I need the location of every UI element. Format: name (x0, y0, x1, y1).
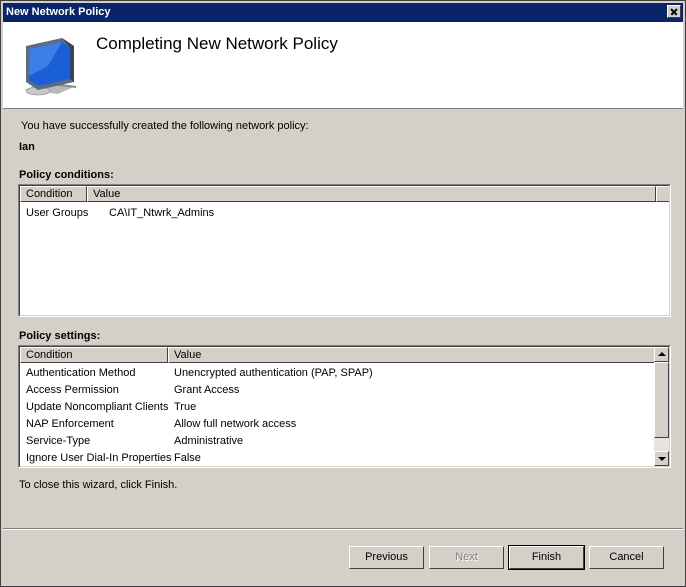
title-bar[interactable]: New Network Policy (3, 3, 683, 22)
close-hint: To close this wizard, click Finish. (19, 479, 178, 491)
conditions-header-condition[interactable]: Condition (20, 186, 87, 202)
settings-row-condition: Access Permission (26, 384, 119, 396)
footer-divider (3, 528, 683, 530)
chevron-down-icon (658, 457, 666, 461)
policy-name: Ian (19, 141, 35, 153)
settings-row-value: Unencrypted authentication (PAP, SPAP) (174, 367, 373, 379)
conditions-list[interactable]: Condition Value User Groups CA\IT_Ntwrk_… (18, 184, 671, 317)
settings-header-value[interactable]: Value (168, 347, 656, 363)
settings-row-condition: Service-Type (26, 435, 91, 447)
settings-row-condition: NAP Enforcement (26, 418, 114, 430)
settings-row-value: True (174, 401, 197, 413)
conditions-heading: Policy conditions: (19, 169, 114, 181)
previous-button[interactable]: Previous (349, 546, 424, 569)
chevron-up-icon (658, 352, 666, 356)
conditions-row-value: CA\IT_Ntwrk_Admins (109, 207, 215, 219)
window-title: New Network Policy (6, 6, 111, 18)
settings-heading: Policy settings: (19, 330, 101, 342)
wizard-window: New Network Policy Completing New Networ… (0, 0, 686, 587)
next-button-label: Next (455, 551, 478, 563)
close-icon[interactable] (667, 5, 681, 18)
cancel-button-label: Cancel (609, 551, 644, 563)
conditions-header-filler (656, 186, 669, 202)
scroll-up-button[interactable] (654, 347, 669, 362)
settings-header-condition[interactable]: Condition (20, 347, 168, 363)
settings-row-value: Grant Access (174, 384, 240, 396)
settings-scrollbar[interactable] (654, 347, 669, 466)
scroll-thumb[interactable] (654, 362, 669, 438)
settings-row-condition: Update Noncompliant Clients (26, 401, 169, 413)
scroll-down-button[interactable] (654, 451, 669, 466)
conditions-header-value[interactable]: Value (87, 186, 656, 202)
page-title: Completing New Network Policy (96, 34, 338, 53)
cancel-button[interactable]: Cancel (589, 546, 664, 569)
finish-button[interactable]: Finish (508, 545, 585, 570)
settings-row-value: False (174, 452, 201, 464)
wizard-header: Completing New Network Policy (3, 22, 683, 109)
computer-monitor-icon (24, 38, 76, 96)
finish-button-label: Finish (531, 551, 562, 563)
settings-row-condition: Authentication Method (26, 367, 136, 379)
settings-list[interactable]: Condition Value Authentication Method Un… (18, 345, 671, 468)
settings-row-value: Allow full network access (174, 418, 297, 430)
success-message: You have successfully created the follow… (21, 120, 309, 132)
previous-button-label: Previous (365, 551, 408, 563)
settings-row-value: Administrative (174, 435, 244, 447)
settings-row-condition: Ignore User Dial-In Properties (26, 452, 172, 464)
next-button[interactable]: Next (429, 546, 504, 569)
conditions-row-condition: User Groups (26, 207, 89, 219)
